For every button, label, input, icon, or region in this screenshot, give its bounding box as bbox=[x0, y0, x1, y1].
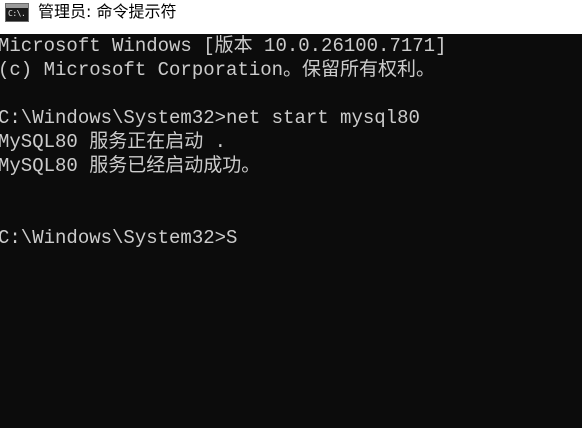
console-line-copyright: (c) Microsoft Corporation。保留所有权利。 bbox=[0, 59, 436, 81]
console-line-version: Microsoft Windows [版本 10.0.26100.7171] bbox=[0, 35, 447, 57]
window-title: 管理员: 命令提示符 bbox=[38, 2, 177, 21]
console-prompt-input[interactable]: C:\Windows\System32>S bbox=[0, 226, 237, 250]
title-bar[interactable]: C:\. 管理员: 命令提示符 bbox=[0, 0, 582, 34]
console-line-command: C:\Windows\System32>net start mysql80 bbox=[0, 107, 420, 129]
console-line-started: MySQL80 服务已经启动成功。 bbox=[0, 155, 261, 177]
console-output[interactable]: Microsoft Windows [版本 10.0.26100.7171] (… bbox=[0, 34, 582, 428]
command-prompt-icon[interactable]: C:\. bbox=[5, 3, 29, 22]
command-prompt-window: C:\. 管理员: 命令提示符 Microsoft Windows [版本 10… bbox=[0, 0, 582, 428]
console-line-starting: MySQL80 服务正在启动 . bbox=[0, 131, 227, 153]
icon-glyph: C:\. bbox=[8, 9, 26, 18]
